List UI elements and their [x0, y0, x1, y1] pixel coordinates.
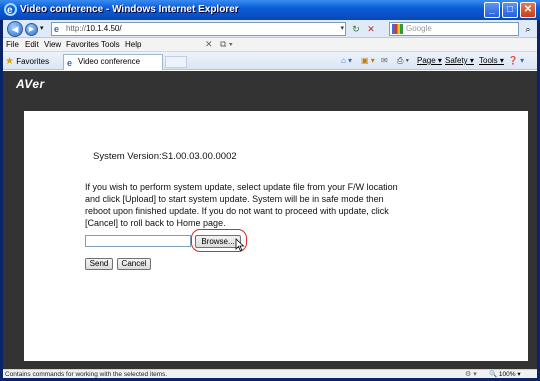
address-dropdown-icon[interactable]: ▾: [340, 23, 344, 35]
back-icon[interactable]: ◀: [7, 21, 23, 37]
stop-icon[interactable]: ✕: [364, 22, 378, 36]
page-menu[interactable]: Page ▾: [417, 56, 442, 65]
status-bar: Contains commands for working with the s…: [3, 369, 537, 378]
mouse-cursor-icon: [235, 238, 245, 252]
search-input[interactable]: Google: [389, 22, 519, 36]
update-panel: System Version:S1.00.03.00.0002 If you w…: [24, 111, 528, 361]
safety-menu-label: Safety: [445, 56, 468, 65]
aver-logo: AVer: [16, 77, 45, 91]
web-slice-icon[interactable]: ⧉ ▾: [220, 39, 233, 50]
minimize-button[interactable]: _: [484, 2, 500, 18]
new-tab-button[interactable]: [165, 56, 187, 68]
menu-view[interactable]: View: [44, 40, 61, 49]
send-button[interactable]: Send: [85, 258, 113, 270]
web-page: AVer System Version:S1.00.03.00.0002 If …: [3, 71, 537, 369]
refresh-icon[interactable]: ↻: [349, 22, 363, 36]
browser-window: e Video conference - Windows Internet Ex…: [0, 0, 540, 381]
protected-mode-icon[interactable]: ⚙ ▾: [465, 370, 477, 379]
close-icon[interactable]: ✕: [205, 39, 213, 50]
print-icon[interactable]: ⎙ ▾: [397, 56, 409, 66]
tools-menu-label: Tools: [479, 56, 498, 65]
window-title: Video conference - Windows Internet Expl…: [20, 4, 239, 15]
favorites-bar: ★ Favorites e Video conference ⌂ ▾ ▣ ▾ ✉…: [3, 52, 537, 70]
history-dropdown-icon[interactable]: ▾: [40, 24, 44, 32]
forward-icon[interactable]: ▶: [25, 23, 38, 36]
safety-menu[interactable]: Safety ▾: [445, 56, 474, 65]
google-icon: [392, 24, 403, 34]
favorites-button[interactable]: ★ Favorites: [5, 56, 49, 67]
search-icon[interactable]: ⌕: [521, 22, 535, 36]
browser-chrome: ◀ ▶ ▾ e http://10.1.4.50/ ▾ ↻ ✕ Google ⌕…: [3, 20, 537, 378]
mail-icon[interactable]: ✉: [381, 56, 388, 65]
update-instructions: If you wish to perform system update, se…: [85, 182, 398, 228]
tab-title: Video conference: [78, 57, 141, 66]
menu-file[interactable]: File: [6, 40, 19, 49]
zoom-value: 100%: [498, 371, 516, 378]
address-toolbar: ◀ ▶ ▾ e http://10.1.4.50/ ▾ ↻ ✕ Google ⌕: [3, 20, 537, 38]
menu-edit[interactable]: Edit: [25, 40, 39, 49]
maximize-button[interactable]: □: [502, 2, 518, 18]
menu-tools[interactable]: Tools: [101, 40, 120, 49]
address-field[interactable]: e http://10.1.4.50/ ▾: [51, 22, 346, 36]
star-icon: ★: [5, 56, 14, 67]
url-prefix: http://: [66, 24, 87, 33]
menu-help[interactable]: Help: [125, 40, 141, 49]
page-icon: e: [67, 58, 73, 68]
cancel-button[interactable]: Cancel: [117, 258, 151, 270]
title-bar[interactable]: e Video conference - Windows Internet Ex…: [0, 0, 540, 20]
favorites-label: Favorites: [16, 57, 50, 66]
tab-video-conference[interactable]: e Video conference: [63, 54, 163, 70]
close-button[interactable]: ✕: [520, 2, 536, 18]
help-icon[interactable]: ❓ ▾: [508, 56, 524, 65]
home-icon[interactable]: ⌂ ▾: [341, 56, 352, 65]
ie-logo-icon: e: [4, 3, 17, 16]
menu-favorites[interactable]: Favorites: [66, 40, 99, 49]
status-text: Contains commands for working with the s…: [5, 371, 168, 378]
svg-text:e: e: [7, 5, 13, 16]
system-version: System Version:S1.00.03.00.0002: [93, 151, 237, 162]
page-icon: e: [54, 24, 60, 34]
tools-menu[interactable]: Tools ▾: [479, 56, 504, 65]
url-host: 10.1.4.50/: [86, 24, 122, 33]
page-menu-label: Page: [417, 56, 436, 65]
zoom-control[interactable]: 🔍 100% ▾: [489, 370, 521, 379]
file-path-input[interactable]: [85, 235, 191, 247]
search-placeholder: Google: [406, 24, 432, 33]
feeds-icon[interactable]: ▣ ▾: [361, 56, 375, 65]
menu-bar: File Edit View Favorites Tools Help ✕ ⧉ …: [3, 38, 537, 52]
